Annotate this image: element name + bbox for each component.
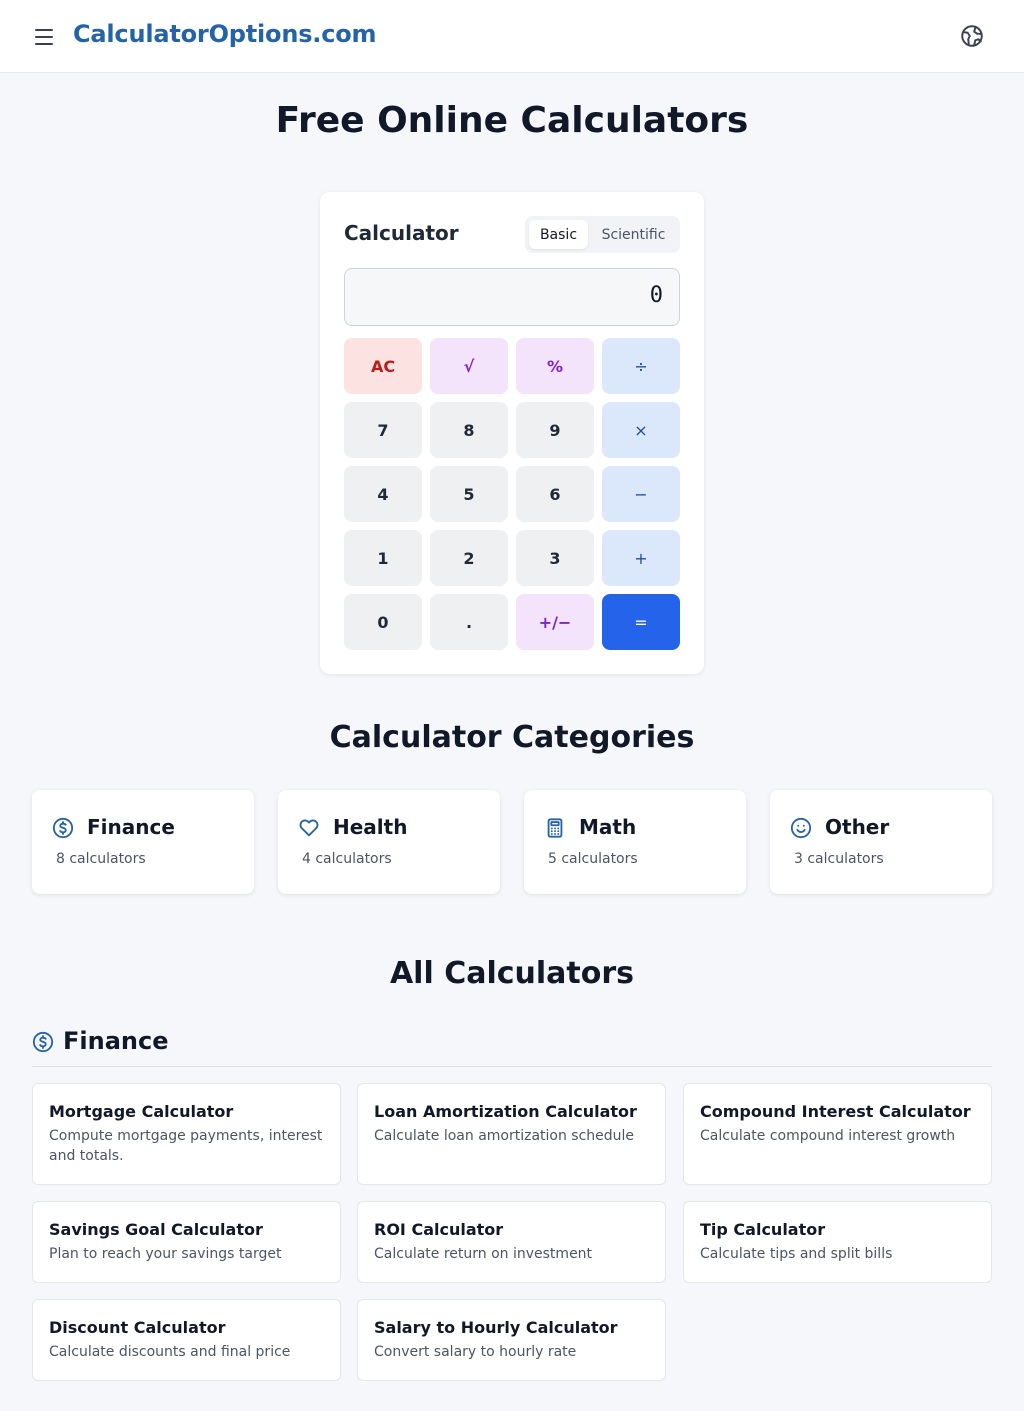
category-count: 5 calculators: [548, 851, 638, 867]
digit-9-button[interactable]: 9: [516, 402, 594, 458]
digit-6-button[interactable]: 6: [516, 466, 594, 522]
category-name: Other: [825, 815, 890, 839]
category-count: 8 calculators: [56, 851, 146, 867]
calculator-link-compound-interest[interactable]: Compound Interest Calculator Calculate c…: [683, 1083, 992, 1185]
negate-button[interactable]: +/−: [516, 594, 594, 650]
percent-button[interactable]: %: [516, 338, 594, 394]
page-title: Free Online Calculators: [275, 100, 749, 141]
calculator-widget: Calculator Basic Scientific 0 AC √ % ÷ 7…: [320, 192, 704, 674]
digit-8-button[interactable]: 8: [430, 402, 508, 458]
digit-0-button[interactable]: 0: [344, 594, 422, 650]
calculator-link-loan-amortization[interactable]: Loan Amortization Calculator Calculate l…: [357, 1083, 666, 1185]
equals-button[interactable]: =: [602, 594, 680, 650]
mode-toggle: Basic Scientific: [525, 216, 680, 253]
category-card-finance[interactable]: Finance 8 calculators: [32, 790, 254, 894]
menu-bar: [35, 43, 53, 45]
menu-bar: [35, 36, 53, 38]
calculator-link-description: Calculate discounts and final price: [49, 1344, 291, 1360]
category-card-health[interactable]: Health 4 calculators: [278, 790, 500, 894]
calculator-link-title: Compound Interest Calculator: [700, 1102, 971, 1121]
all-calculators-heading: All Calculators: [389, 956, 635, 991]
calculator-link-discount[interactable]: Discount Calculator Calculate discounts …: [32, 1299, 341, 1381]
hamburger-menu-icon[interactable]: [30, 24, 58, 50]
calculator-title: Calculator: [344, 221, 459, 245]
sqrt-button[interactable]: √: [430, 338, 508, 394]
calculator-link-description: Calculate compound interest growth: [700, 1128, 956, 1144]
category-count: 3 calculators: [794, 851, 884, 867]
category-name: Math: [579, 815, 637, 839]
calculator-link-title: Savings Goal Calculator: [49, 1220, 263, 1239]
calculator-link-title: Mortgage Calculator: [49, 1102, 234, 1121]
divide-button[interactable]: ÷: [602, 338, 680, 394]
calculator-link-roi[interactable]: ROI Calculator Calculate return on inves…: [357, 1201, 666, 1283]
finance-section-header: Finance: [32, 1027, 992, 1067]
calculator-link-title: ROI Calculator: [374, 1220, 504, 1239]
category-name: Finance: [87, 815, 175, 839]
category-name: Health: [333, 815, 408, 839]
multiply-button[interactable]: ×: [602, 402, 680, 458]
calculator-display: 0: [344, 268, 680, 326]
site-header: CalculatorOptions.com: [0, 0, 1024, 73]
calculator-icon: [544, 817, 566, 839]
calculator-link-description: Calculate loan amortization schedule: [374, 1128, 635, 1144]
digit-2-button[interactable]: 2: [430, 530, 508, 586]
category-card-math[interactable]: Math 5 calculators: [524, 790, 746, 894]
calculator-link-savings-goal[interactable]: Savings Goal Calculator Plan to reach yo…: [32, 1201, 341, 1283]
digit-3-button[interactable]: 3: [516, 530, 594, 586]
calculator-link-title: Tip Calculator: [700, 1220, 826, 1239]
section-title: Finance: [63, 1027, 169, 1055]
calculator-link-description: Calculate tips and split bills: [700, 1246, 893, 1262]
calculator-link-title: Salary to Hourly Calculator: [374, 1318, 618, 1337]
decimal-button[interactable]: .: [430, 594, 508, 650]
calculator-link-description: Convert salary to hourly rate: [374, 1344, 577, 1360]
heart-icon: [298, 817, 320, 839]
dollar-circle-icon: [52, 817, 74, 839]
mode-scientific-button[interactable]: Scientific: [591, 220, 676, 249]
add-button[interactable]: +: [602, 530, 680, 586]
site-logo[interactable]: CalculatorOptions.com: [73, 20, 377, 48]
category-count: 4 calculators: [302, 851, 392, 867]
calculator-link-title: Loan Amortization Calculator: [374, 1102, 637, 1121]
subtract-button[interactable]: −: [602, 466, 680, 522]
digit-7-button[interactable]: 7: [344, 402, 422, 458]
globe-icon[interactable]: [959, 23, 985, 49]
calculator-link-tip[interactable]: Tip Calculator Calculate tips and split …: [683, 1201, 992, 1283]
menu-bar: [35, 29, 53, 31]
digit-1-button[interactable]: 1: [344, 530, 422, 586]
clear-button[interactable]: AC: [344, 338, 422, 394]
categories-heading: Calculator Categories: [329, 720, 695, 755]
calculator-link-description: Calculate return on investment: [374, 1246, 593, 1262]
mode-basic-button[interactable]: Basic: [529, 220, 588, 249]
calculator-link-description: Plan to reach your savings target: [49, 1246, 282, 1262]
digit-4-button[interactable]: 4: [344, 466, 422, 522]
calculator-link-salary-to-hourly[interactable]: Salary to Hourly Calculator Convert sala…: [357, 1299, 666, 1381]
calculator-link-description: Compute mortgage payments, interest and …: [49, 1128, 323, 1164]
digit-5-button[interactable]: 5: [430, 466, 508, 522]
dollar-circle-icon: [32, 1031, 54, 1053]
calculator-link-title: Discount Calculator: [49, 1318, 226, 1337]
category-card-other[interactable]: Other 3 calculators: [770, 790, 992, 894]
smiley-icon: [790, 817, 812, 839]
calculator-link-mortgage[interactable]: Mortgage Calculator Compute mortgage pay…: [32, 1083, 341, 1185]
